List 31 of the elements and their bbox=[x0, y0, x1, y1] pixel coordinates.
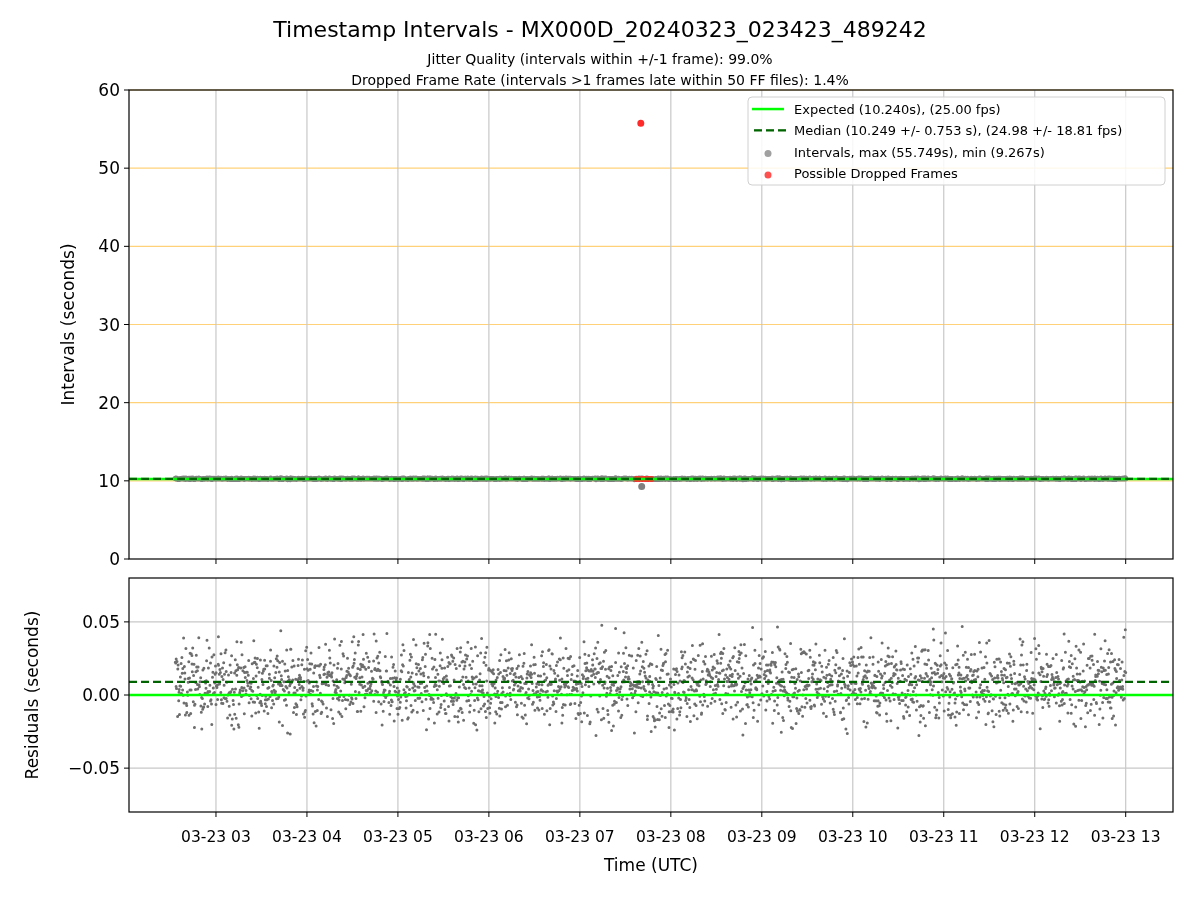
axis-tick-label: 03-23 06 bbox=[454, 828, 524, 846]
axis-tick-label: 20 bbox=[98, 392, 120, 413]
axis-tick-label: 60 bbox=[98, 80, 120, 100]
legend-label: Possible Dropped Frames bbox=[794, 165, 958, 181]
axis-title: Intervals (seconds) bbox=[58, 243, 78, 406]
axis-title: Residuals (seconds) bbox=[22, 610, 42, 780]
axis-tick-label: 03-23 10 bbox=[817, 828, 888, 846]
axis-tick-label: −0.05 bbox=[67, 758, 120, 779]
axis-tick-label: 40 bbox=[98, 236, 120, 257]
legend-label: Expected (10.240s), (25.00 fps) bbox=[794, 102, 1001, 117]
axis-tick-label: 30 bbox=[98, 314, 120, 335]
axis-tick-label: 03-23 09 bbox=[726, 828, 797, 846]
axis-tick-label: 50 bbox=[98, 158, 120, 179]
legend-label: Median (10.249 +/- 0.753 s), (24.98 +/- 18.81 fps) bbox=[794, 123, 1123, 139]
axis-tick-label: 03-23 05 bbox=[363, 828, 433, 846]
chart-subtitle: Jitter Quality (intervals within +/-1 frame): 99.0% bbox=[427, 51, 773, 67]
axis-tick-label: 03-23 03 bbox=[181, 828, 251, 846]
axis-tick-label: 0.05 bbox=[82, 611, 120, 632]
axis-tick-label: 03-23 07 bbox=[545, 828, 615, 846]
legend-label: Intervals, max (55.749s), min (9.267s) bbox=[794, 144, 1045, 160]
axis-tick-label: 0.00 bbox=[82, 685, 120, 705]
axis-tick-label: 03-23 04 bbox=[272, 828, 342, 846]
axis-title: Time (UTC) bbox=[604, 855, 698, 875]
axis-tick-label: 03-23 08 bbox=[636, 828, 706, 846]
axis-tick-label: 10 bbox=[98, 470, 120, 491]
chart-subtitle: Dropped Frame Rate (intervals >1 frames late within 50 FF files): 1.4% bbox=[351, 72, 849, 88]
axis-tick-label: 03-23 12 bbox=[999, 828, 1070, 846]
chart-title: Timestamp Intervals - MX000D_20240323_023423_489242 bbox=[273, 17, 927, 42]
axis-tick-label: 0 bbox=[109, 549, 120, 569]
axis-tick-label: 03-23 11 bbox=[908, 828, 979, 846]
axis-tick-label: 03-23 13 bbox=[1090, 828, 1161, 846]
